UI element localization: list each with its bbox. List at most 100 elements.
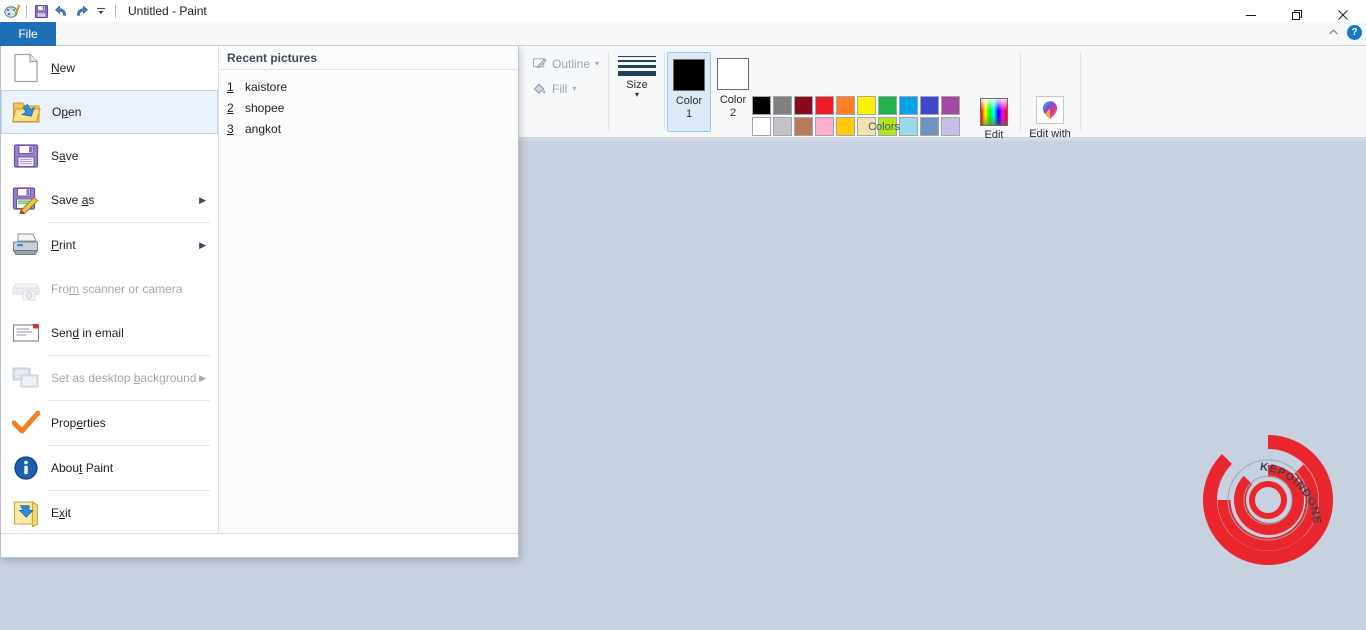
menu-from-scanner-or-camera-label: From scanner or camera bbox=[51, 282, 183, 296]
menu-exit-label: Exit bbox=[51, 506, 72, 520]
menu-exit[interactable]: Exit bbox=[1, 491, 218, 535]
ribbon-group-shapes: Outline ▾ Fill ▾ bbox=[524, 46, 608, 138]
ribbon-tab-strip: File bbox=[0, 22, 1366, 46]
new-document-icon bbox=[9, 51, 43, 85]
palette-swatch-1-3[interactable] bbox=[794, 96, 813, 115]
recent-item-3[interactable]: 3 angkot bbox=[219, 118, 518, 139]
window-title: Untitled - Paint bbox=[128, 4, 207, 18]
size-dropdown-icon[interactable]: ▾ bbox=[612, 91, 662, 99]
recent-item-number: 2 bbox=[227, 100, 234, 115]
recent-item-1[interactable]: 1 kaistore bbox=[219, 76, 518, 97]
help-icon[interactable]: ? bbox=[1347, 24, 1362, 40]
redo-icon[interactable] bbox=[71, 1, 91, 21]
palette-swatch-1-7[interactable] bbox=[878, 96, 897, 115]
color-2-swatch bbox=[717, 58, 749, 90]
file-menu-list: New Open Save Save as ▶ Print ▶ From scanner or… bbox=[1, 46, 219, 533]
paint-window: Untitled - Paint File ? Outline ▾ Fill ▾… bbox=[0, 0, 1366, 630]
undo-icon[interactable] bbox=[51, 1, 71, 21]
email-icon bbox=[9, 316, 43, 350]
file-menu-panel: New Open Save Save as ▶ Print ▶ From scanner or… bbox=[0, 46, 519, 558]
recent-item-number: 3 bbox=[227, 121, 234, 136]
palette-swatch-1-5[interactable] bbox=[836, 96, 855, 115]
ribbon-separator-1 bbox=[608, 52, 609, 130]
color-1-swatch bbox=[673, 59, 705, 91]
printer-icon bbox=[9, 228, 43, 262]
fill-button[interactable]: Fill ▾ bbox=[532, 81, 576, 96]
open-folder-icon bbox=[10, 95, 44, 129]
menu-open[interactable]: Open bbox=[1, 90, 218, 134]
menu-send-in-email-label: Send in email bbox=[51, 326, 124, 340]
paint-app-icon[interactable] bbox=[2, 1, 22, 21]
chevron-up-icon[interactable] bbox=[1325, 24, 1341, 40]
color-2-button[interactable]: Color 2 bbox=[711, 52, 755, 132]
menu-save[interactable]: Save bbox=[1, 134, 218, 178]
paint-bucket-icon bbox=[533, 83, 546, 94]
menu-save-as[interactable]: Save as ▶ bbox=[1, 178, 218, 222]
pencil-outline-icon bbox=[532, 58, 547, 69]
color-1-label-line1: Color bbox=[675, 95, 703, 107]
palette-swatch-1-9[interactable] bbox=[920, 96, 939, 115]
menu-from-scanner-or-camera: From scanner or camera bbox=[1, 267, 218, 311]
palette-row-1[interactable] bbox=[752, 96, 960, 115]
recent-item-2[interactable]: 2 shopee bbox=[219, 97, 518, 118]
floppy-save-icon bbox=[9, 139, 43, 173]
palette-swatch-1-8[interactable] bbox=[899, 96, 918, 115]
menu-send-in-email[interactable]: Send in email bbox=[1, 311, 218, 355]
outline-button[interactable]: Outline ▾ bbox=[532, 56, 599, 71]
ribbon-right-icons: ? bbox=[1325, 24, 1362, 40]
menu-about-paint[interactable]: About Paint bbox=[1, 446, 218, 490]
recent-pictures-header: Recent pictures bbox=[219, 46, 518, 70]
recent-item-name: angkot bbox=[245, 121, 282, 136]
menu-new-label: New bbox=[51, 61, 76, 75]
menu-properties-label: Properties bbox=[51, 416, 106, 430]
menu-set-as-desktop-background-label: Set as desktop background bbox=[51, 371, 197, 385]
colors-group-label: Colors bbox=[868, 121, 900, 133]
quick-access-toolbar bbox=[0, 0, 120, 22]
palette-swatch-1-10[interactable] bbox=[941, 96, 960, 115]
save-icon[interactable] bbox=[31, 1, 51, 21]
menu-print[interactable]: Print ▶ bbox=[1, 223, 218, 267]
recent-item-name: kaistore bbox=[245, 79, 288, 94]
palette-swatch-1-6[interactable] bbox=[857, 96, 876, 115]
color-1-button[interactable]: Color 1 bbox=[667, 52, 711, 132]
recent-pictures-panel: Recent pictures 1 kaistore 2 shopee 3 angkot bbox=[219, 46, 518, 533]
size-icon bbox=[618, 56, 656, 76]
scanner-camera-icon bbox=[9, 272, 43, 306]
tab-file[interactable]: File bbox=[0, 22, 56, 46]
palette-swatch-1-1[interactable] bbox=[752, 96, 771, 115]
floppy-pencil-icon bbox=[9, 183, 43, 217]
fill-dropdown-icon[interactable]: ▾ bbox=[572, 84, 576, 93]
qat-separator-2 bbox=[115, 4, 116, 18]
palette-swatch-1-2[interactable] bbox=[773, 96, 792, 115]
menu-properties[interactable]: Properties bbox=[1, 401, 218, 445]
color-2-label-line1: Color bbox=[719, 94, 747, 106]
color-1-label-line2: 1 bbox=[685, 108, 693, 120]
recent-pictures-list: 1 kaistore 2 shopee 3 angkot bbox=[219, 70, 518, 139]
watermark-logo: KEPOINDONESIA bbox=[1192, 413, 1346, 574]
submenu-arrow-icon: ▶ bbox=[199, 194, 206, 205]
fill-label: Fill bbox=[552, 81, 568, 96]
title-bar: Untitled - Paint bbox=[0, 0, 1366, 22]
outline-label: Outline bbox=[552, 56, 591, 71]
info-icon bbox=[9, 451, 43, 485]
outline-dropdown-icon[interactable]: ▾ bbox=[595, 59, 599, 68]
color-2-label-line2: 2 bbox=[729, 107, 737, 119]
menu-print-label: Print bbox=[51, 238, 76, 252]
orange-check-icon bbox=[9, 406, 43, 440]
ribbon-group-size[interactable]: Size ▾ bbox=[612, 46, 662, 99]
menu-open-label: Open bbox=[52, 105, 82, 119]
paint3d-icon bbox=[1036, 96, 1064, 124]
submenu-arrow-icon: ▶ bbox=[199, 239, 206, 250]
customize-quick-access-icon[interactable] bbox=[91, 1, 111, 21]
ribbon-separator-2 bbox=[664, 52, 665, 130]
menu-save-as-label: Save as bbox=[51, 193, 95, 207]
file-menu-footer bbox=[1, 533, 518, 557]
qat-separator-1 bbox=[26, 4, 27, 18]
menu-set-as-desktop-background: Set as desktop background ▶ bbox=[1, 356, 218, 400]
recent-item-number: 1 bbox=[227, 79, 234, 94]
menu-new[interactable]: New bbox=[1, 46, 218, 90]
menu-about-paint-label: About Paint bbox=[51, 461, 114, 475]
palette-swatch-1-4[interactable] bbox=[815, 96, 834, 115]
monitor-desktop-icon bbox=[9, 361, 43, 395]
file-menu-body: New Open Save Save as ▶ Print ▶ From scanner or… bbox=[1, 46, 518, 533]
